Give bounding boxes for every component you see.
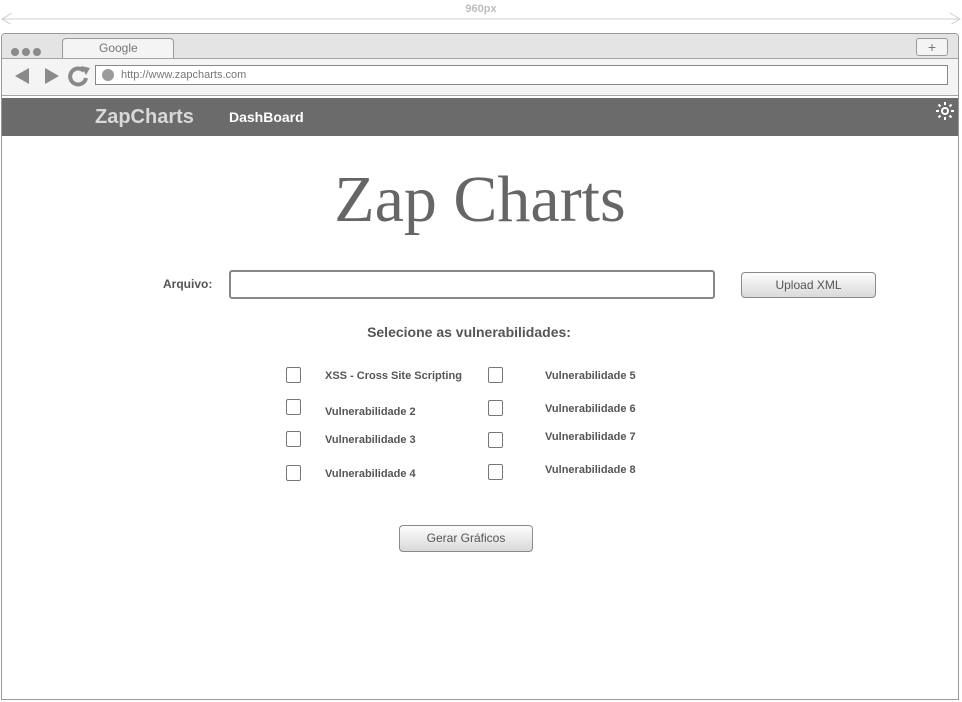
checkbox-label: Vulnerabilidade 8 — [545, 464, 636, 476]
checkbox-vulnerabilidade-5[interactable] — [488, 367, 503, 383]
page-title: Zap Charts — [334, 163, 626, 236]
generate-charts-button[interactable]: Gerar Gráficos — [399, 525, 533, 552]
checkbox-label: Vulnerabilidade 4 — [325, 468, 416, 480]
address-bar: http://www.zapcharts.com — [2, 59, 958, 96]
browser-tab[interactable]: Google — [62, 38, 174, 58]
window-dot[interactable] — [33, 48, 41, 56]
window-dot[interactable] — [22, 48, 30, 56]
checkbox-label: Vulnerabilidade 3 — [325, 434, 416, 446]
site-info-icon — [102, 69, 114, 81]
checkbox-vulnerabilidade-7[interactable] — [488, 432, 503, 448]
checkbox-label: XSS - Cross Site Scripting — [325, 370, 462, 382]
brand-logo[interactable]: ZapCharts — [95, 106, 194, 129]
checkbox-label: Vulnerabilidade 2 — [325, 406, 416, 418]
checkbox-xss[interactable] — [286, 367, 301, 383]
file-label: Arquivo: — [163, 277, 213, 291]
app-navbar: ZapCharts DashBoard — [2, 98, 958, 136]
browser-window: Google + http://www.zapcharts.com ZapCha… — [1, 33, 959, 700]
nav-dashboard-link[interactable]: DashBoard — [229, 109, 304, 125]
checkbox-vulnerabilidade-8[interactable] — [488, 464, 503, 480]
checkbox-vulnerabilidade-6[interactable] — [488, 400, 503, 416]
url-input[interactable]: http://www.zapcharts.com — [95, 65, 948, 85]
window-dot[interactable] — [11, 48, 19, 56]
checkbox-vulnerabilidade-2[interactable] — [286, 399, 301, 415]
upload-xml-button[interactable]: Upload XML — [741, 272, 876, 298]
checkbox-vulnerabilidade-4[interactable] — [286, 465, 301, 481]
file-path-input[interactable] — [229, 270, 715, 299]
width-ruler: 960px — [0, 0, 962, 24]
back-icon[interactable] — [12, 66, 32, 86]
tab-bar: Google + — [2, 34, 958, 59]
checkbox-label: Vulnerabilidade 7 — [545, 431, 636, 443]
reload-icon[interactable] — [68, 66, 90, 88]
checkbox-label: Vulnerabilidade 6 — [545, 403, 636, 415]
url-text: http://www.zapcharts.com — [121, 69, 247, 81]
new-tab-button[interactable]: + — [916, 38, 948, 56]
forward-icon[interactable] — [42, 66, 62, 86]
vulnerabilities-heading: Selecione as vulnerabilidades: — [367, 324, 571, 340]
sun-icon[interactable] — [936, 102, 954, 120]
ruler-label: 960px — [465, 3, 497, 15]
checkbox-label: Vulnerabilidade 5 — [545, 370, 636, 382]
checkbox-vulnerabilidade-3[interactable] — [286, 431, 301, 447]
